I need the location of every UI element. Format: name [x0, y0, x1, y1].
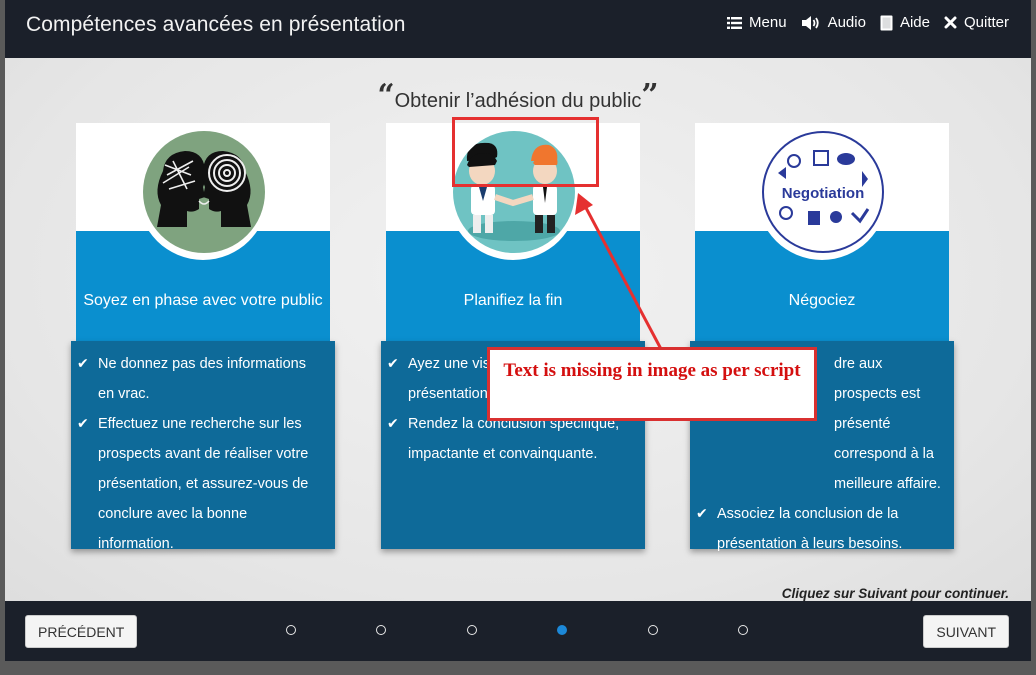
card-negotiate: Negotiation Négociez dre aux prospects e…	[690, 123, 956, 552]
progress-dot-2[interactable]	[376, 625, 386, 635]
player-frame: Compétences avancées en présentation Men…	[5, 0, 1031, 661]
audio-label: Audio	[827, 14, 866, 31]
menu-label: Menu	[749, 14, 787, 31]
help-button[interactable]: Aide	[880, 14, 930, 31]
card-header: Soyez en phase avec votre public	[76, 123, 330, 341]
card-title: Négociez	[788, 292, 856, 309]
progress-dot-3[interactable]	[467, 625, 477, 635]
negotiation-illustration: Negotiation	[762, 131, 884, 253]
audio-icon	[801, 15, 819, 30]
list-item: Ne donnez pas des informations en vrac.	[77, 349, 325, 409]
progress-dot-6[interactable]	[738, 625, 748, 635]
menu-button[interactable]: Menu	[727, 14, 787, 31]
list-item: Effectuez une recherche sur les prospect…	[77, 409, 325, 559]
close-icon	[944, 16, 957, 29]
top-nav: Menu Audio Aide Quitter	[727, 14, 1009, 31]
card-bullet-list: Ne donnez pas des informations en vrac. …	[71, 341, 335, 559]
menu-icon	[727, 16, 743, 29]
quit-label: Quitter	[963, 14, 1009, 31]
open-quote-mark: “	[377, 78, 395, 113]
help-icon	[880, 15, 893, 30]
continue-hint: Cliquez sur Suivant pour continuer.	[781, 586, 1009, 601]
bottom-bar: PRÉCÉDENT SUIVANT	[5, 601, 1031, 661]
list-item: Associez la conclusion de la présentatio…	[696, 499, 944, 559]
slide-heading-text: Obtenir l’adhésion du public	[394, 90, 642, 112]
negotiation-image-text: Negotiation	[782, 185, 865, 202]
card-title: Soyez en phase avec votre public	[83, 292, 323, 309]
progress-dot-1[interactable]	[286, 625, 296, 635]
annotation-callout: Text is missing in image as per script	[487, 347, 817, 421]
card-audience: Soyez en phase avec votre public Ne donn…	[71, 123, 337, 552]
audio-button[interactable]: Audio	[801, 14, 866, 31]
next-button[interactable]: SUIVANT	[923, 615, 1009, 648]
card-header: Negotiation Négociez	[695, 123, 949, 341]
help-label: Aide	[899, 14, 930, 31]
slide-progress-dots	[5, 625, 1031, 637]
close-quote-mark: ”	[641, 78, 659, 113]
slide-heading: “Obtenir l’adhésion du public”	[5, 78, 1031, 117]
two-heads-illustration	[143, 131, 265, 253]
quit-button[interactable]: Quitter	[944, 14, 1009, 31]
progress-dot-4-current[interactable]	[557, 625, 567, 635]
top-bar: Compétences avancées en présentation Men…	[5, 0, 1031, 58]
course-title: Compétences avancées en présentation	[26, 13, 406, 36]
progress-dot-5[interactable]	[648, 625, 658, 635]
card-body: Ne donnez pas des informations en vrac. …	[71, 341, 335, 552]
annotation-highlight-box	[452, 117, 599, 187]
card-title: Planifiez la fin	[463, 292, 563, 309]
